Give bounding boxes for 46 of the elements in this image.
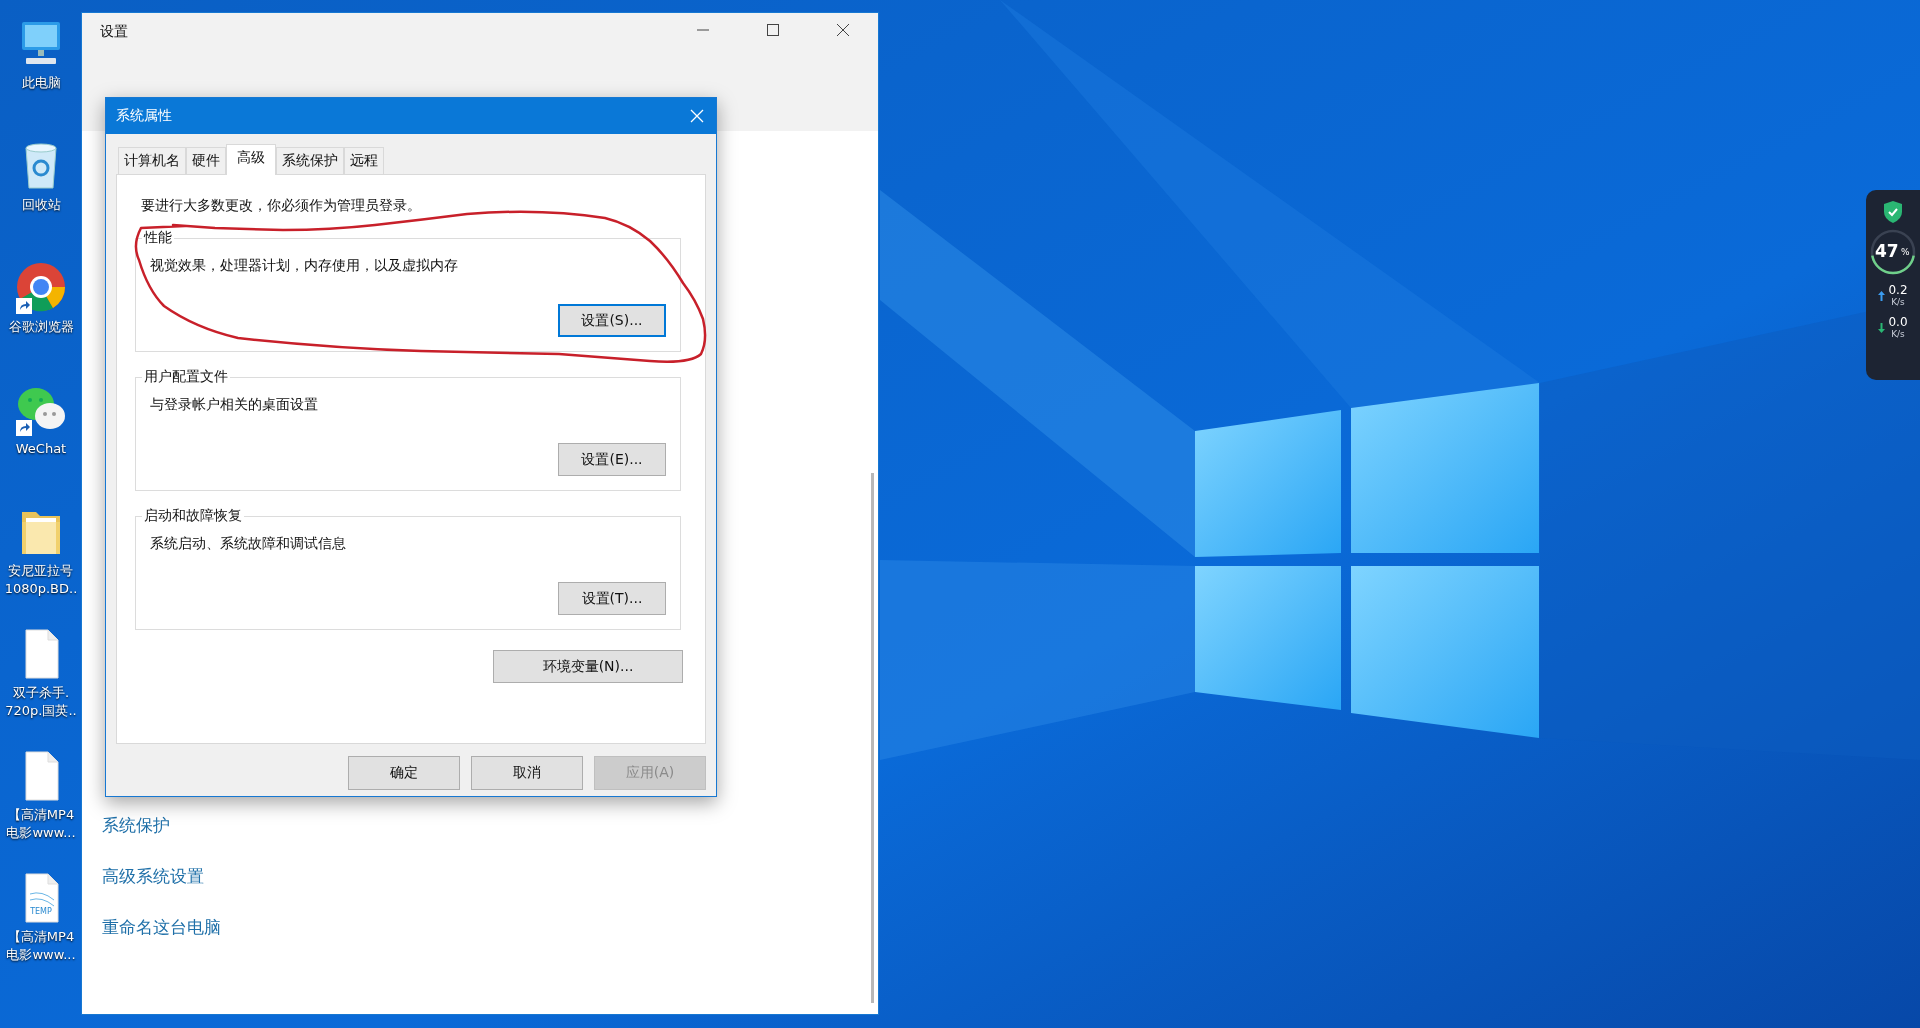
temp-label: TEMP <box>30 907 52 916</box>
settings-link[interactable]: 高级系统设置 <box>102 865 878 888</box>
tab[interactable]: 硬件 <box>186 147 226 174</box>
group-title: 启动和故障恢复 <box>143 507 243 525</box>
group-title: 用户配置文件 <box>143 368 229 386</box>
up-arrow-icon <box>1878 291 1886 301</box>
tab[interactable]: 远程 <box>344 147 384 174</box>
group-description: 系统启动、系统故障和调试信息 <box>150 535 347 553</box>
tab[interactable]: 计算机名 <box>118 147 186 174</box>
settings-button[interactable]: 设置(S)... <box>558 304 666 337</box>
settings-link[interactable]: 重命名这台电脑 <box>102 916 878 939</box>
tab[interactable]: 系统保护 <box>276 147 344 174</box>
speed-unit: K/s <box>1891 329 1905 340</box>
gauge-ring-icon <box>1869 228 1917 276</box>
down-arrow-icon <box>1878 323 1886 333</box>
dialog-button[interactable]: 取消 <box>471 756 583 790</box>
speed-value: 0.2 <box>1888 284 1908 297</box>
settings-link[interactable]: 系统保护 <box>102 814 878 837</box>
speed-unit: K/s <box>1891 297 1905 308</box>
icon-label[interactable]: 谷歌浏览器 <box>8 318 74 336</box>
round-browser-icon[interactable] <box>14 260 68 314</box>
close-icon[interactable] <box>836 23 850 37</box>
settings-button[interactable]: 设置(T)... <box>558 582 666 615</box>
group-title: 性能 <box>142 229 173 247</box>
speed-value: 0.0 <box>1888 316 1908 329</box>
icon-label[interactable]: 回收站 <box>21 196 61 214</box>
icon-label[interactable]: 双子杀手. 720p.国英.. <box>5 684 77 720</box>
icon-label[interactable]: 此电脑 <box>21 74 61 92</box>
environment-variables-button[interactable]: 环境变量(N)... <box>493 650 683 683</box>
icon-label[interactable]: 【高清MP4 电影www... <box>6 806 76 842</box>
tab[interactable]: 高级 <box>226 144 276 175</box>
maximize-icon[interactable] <box>766 23 780 37</box>
dialog-button[interactable]: 确定 <box>348 756 460 790</box>
dialog-title: 系统属性 <box>116 107 172 125</box>
percent-unit: % <box>1901 247 1910 257</box>
icon-label[interactable]: 安尼亚拉号 1080p.BD.. <box>4 562 78 598</box>
group-description: 视觉效果，处理器计划，内存使用，以及虚拟内存 <box>150 257 459 275</box>
icon-label[interactable]: WeChat <box>15 440 67 458</box>
usage-percent: 47 <box>1875 241 1899 261</box>
notice-text: 要进行大多数更改，你必须作为管理员登录。 <box>141 197 422 215</box>
scrollbar[interactable] <box>871 473 874 1003</box>
window-title: 设置 <box>100 23 128 41</box>
shield-check-icon <box>1882 200 1904 224</box>
icon-label[interactable]: 【高清MP4 电影www... <box>6 928 76 964</box>
group-description: 与登录帐户相关的桌面设置 <box>150 396 319 414</box>
settings-button[interactable]: 设置(E)... <box>558 443 666 476</box>
